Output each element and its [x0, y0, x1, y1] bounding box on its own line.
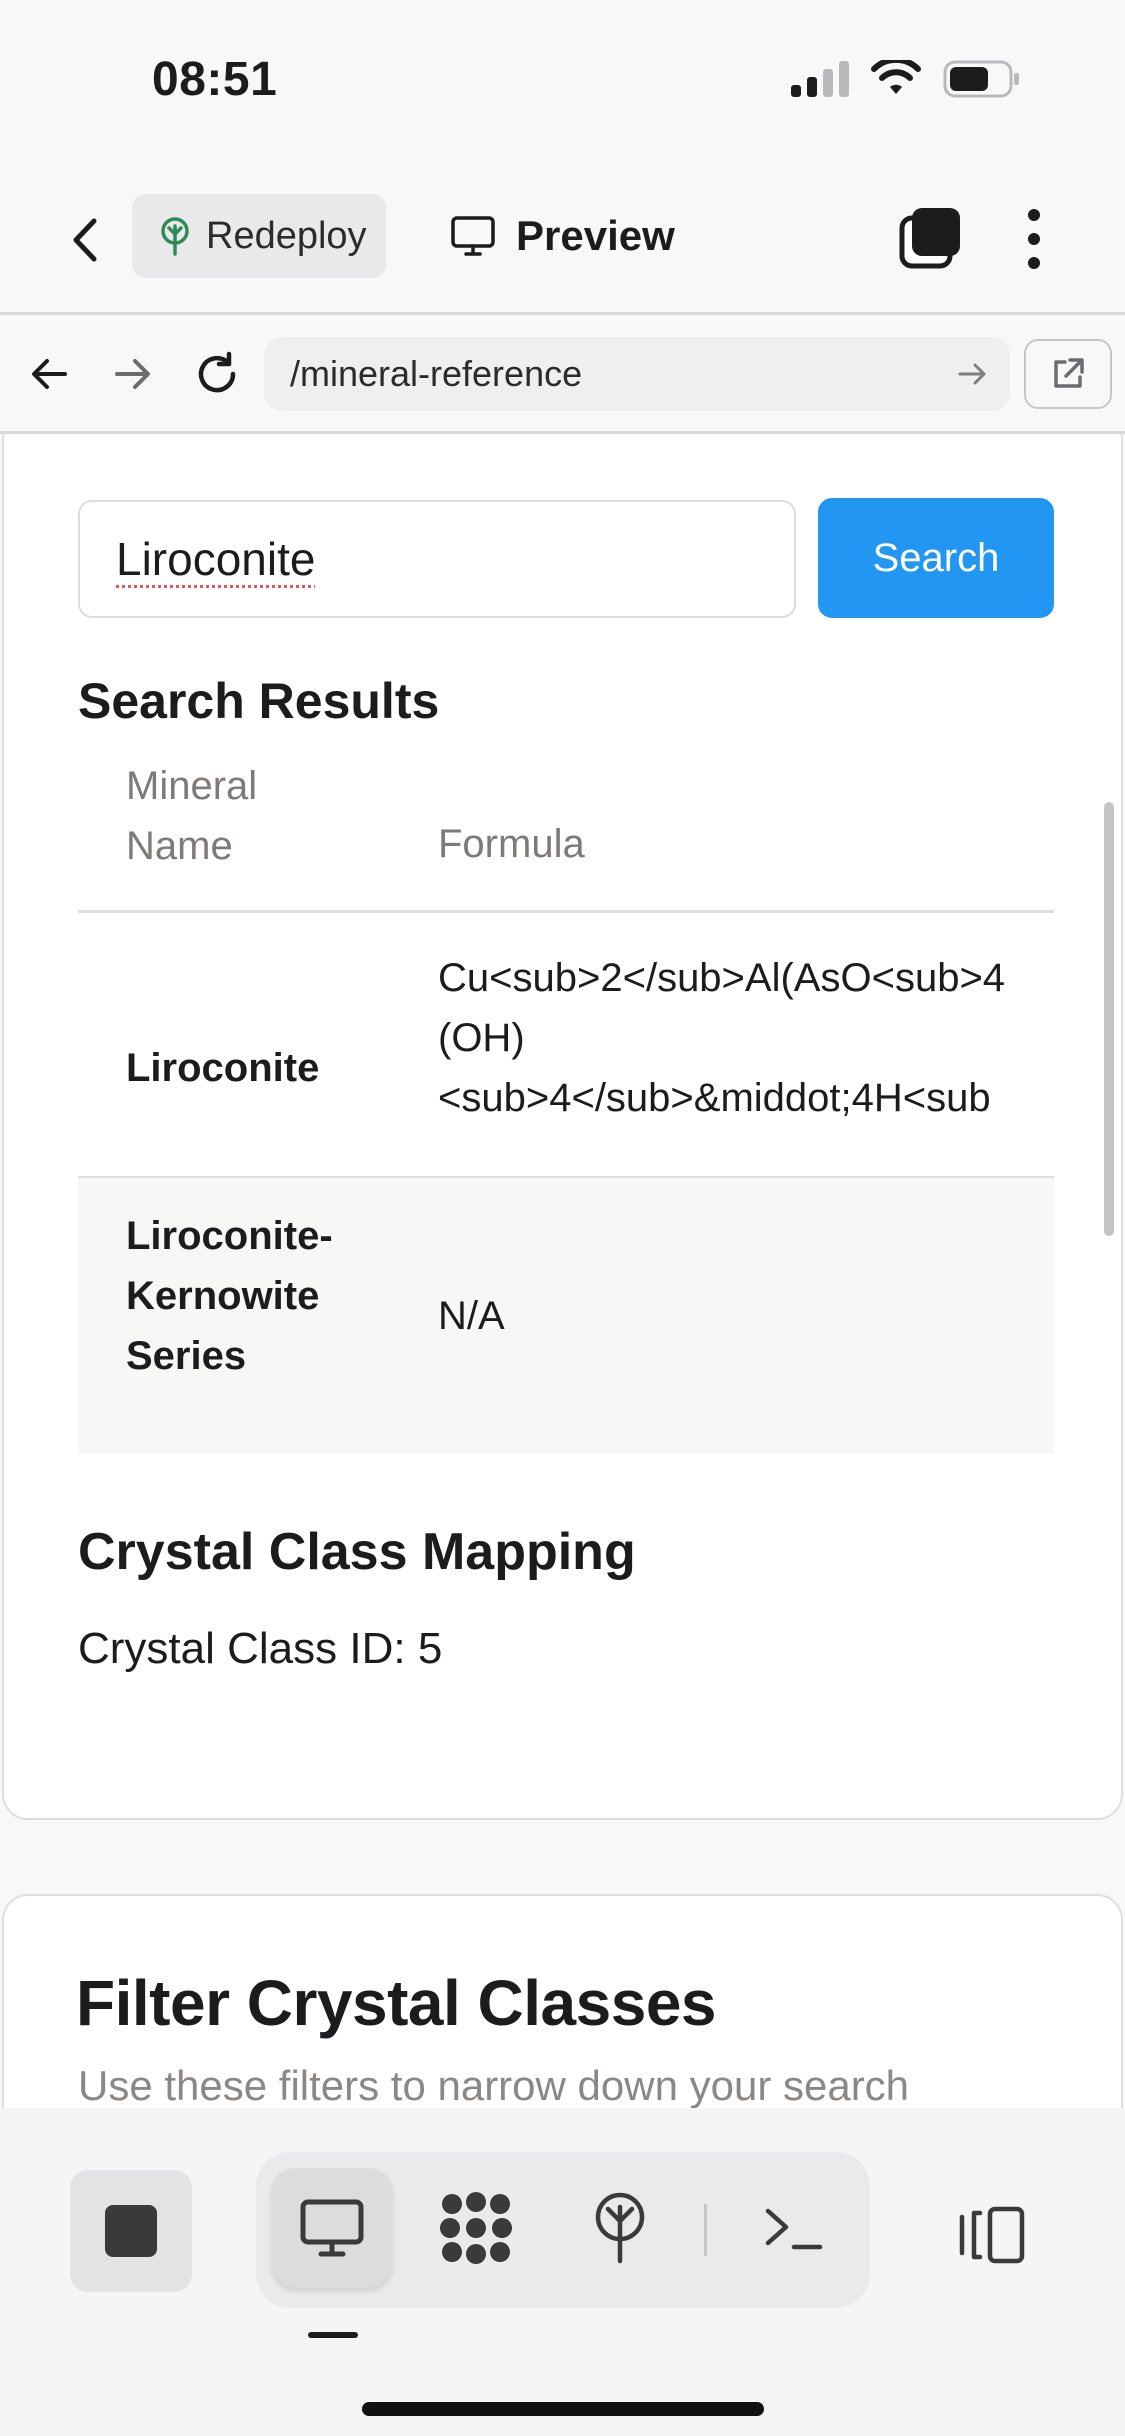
deploy-icon — [595, 2192, 645, 2264]
monitor-icon — [451, 216, 495, 256]
redeploy-button[interactable]: Redeploy — [132, 194, 386, 278]
search-button[interactable]: Search — [818, 498, 1054, 618]
arrow-right-small-icon[interactable] — [956, 357, 990, 391]
preview-button[interactable]: Preview — [450, 194, 675, 278]
formula-line: <sub>4</sub>&middot;4H<sub — [438, 1076, 991, 1120]
browser-back-button[interactable] — [20, 345, 78, 403]
table-row-name: Liroconite — [126, 1046, 320, 1090]
active-mode-indicator — [308, 2332, 358, 2338]
url-text: /mineral-reference — [290, 353, 583, 394]
table-row-name: Liroconite-Kernowite Series — [126, 1214, 333, 1378]
more-menu-button[interactable] — [1014, 204, 1054, 274]
chevron-left-icon — [73, 218, 97, 262]
stop-icon — [105, 2205, 157, 2257]
url-field[interactable]: /mineral-reference — [264, 337, 1010, 411]
tree-icon — [161, 217, 189, 256]
browser-forward-button[interactable] — [104, 345, 162, 403]
results-title: Search Results — [78, 673, 440, 729]
status-time: 08:51 — [152, 53, 278, 106]
crystal-class-title: Crystal Class Mapping — [78, 1523, 636, 1581]
preview-label: Preview — [516, 212, 675, 259]
status-icons — [791, 60, 1021, 98]
stop-button[interactable] — [70, 2170, 192, 2292]
screen: 08:51 Redeploy Preview /mineral-referenc… — [0, 0, 1125, 2436]
table-row-formula: N/A — [438, 1294, 505, 1338]
more-vertical-icon — [1028, 209, 1040, 221]
reload-icon — [198, 351, 236, 393]
arrow-right-icon — [115, 359, 150, 389]
filter-subtitle: Use these filters to narrow down your se… — [78, 2062, 910, 2108]
column-header-mineral-name: Mineral Name — [126, 764, 258, 868]
bottom-toolbar — [0, 2108, 1125, 2436]
browser-bar: /mineral-reference — [0, 315, 1125, 433]
external-link-icon — [1054, 358, 1084, 388]
split-view-icon — [959, 2206, 1025, 2264]
web-viewport: Liroconite Search Search Results Mineral… — [0, 434, 1125, 2108]
terminal-icon — [765, 2208, 823, 2250]
tabs-icon — [899, 208, 960, 269]
wifi-icon — [871, 60, 921, 94]
desktop-mode-button[interactable] — [272, 2168, 392, 2288]
mode-switcher — [256, 2152, 870, 2308]
filter-card: Filter Crystal Classes Use these filters… — [2, 1894, 1123, 2108]
header-row-divider — [78, 910, 1054, 913]
status-bar: 08:51 — [0, 0, 1125, 160]
column-header-formula: Formula — [438, 822, 585, 866]
search-input[interactable]: Liroconite — [78, 500, 796, 618]
formula-line: Cu<sub>2</sub>Al(AsO<sub>4 — [438, 956, 1006, 1000]
scrollbar-thumb[interactable] — [1104, 802, 1114, 1236]
redeploy-label: Redeploy — [206, 214, 367, 257]
search-input-value: Liroconite — [116, 533, 316, 585]
search-card: Liroconite Search Search Results Mineral… — [2, 434, 1123, 1820]
back-button[interactable] — [56, 210, 116, 270]
table-row-formula: Cu<sub>2</sub>Al(AsO<sub>4 (OH) <sub>4</… — [438, 948, 1054, 1128]
mode-divider — [704, 2204, 707, 2256]
terminal-mode-button[interactable] — [734, 2168, 854, 2288]
home-indicator — [362, 2402, 764, 2416]
reload-button[interactable] — [188, 345, 246, 403]
split-view-button[interactable] — [952, 2200, 1032, 2270]
tabs-button[interactable] — [896, 204, 966, 274]
arrow-left-icon — [32, 359, 67, 389]
monitor-icon — [300, 2199, 364, 2257]
open-external-button[interactable] — [1024, 339, 1112, 409]
filter-title: Filter Crystal Classes — [76, 1967, 717, 2039]
formula-line: (OH) — [438, 1016, 525, 1060]
grid-dots-icon — [440, 2192, 512, 2264]
components-mode-button[interactable] — [416, 2168, 536, 2288]
crystal-class-id: Crystal Class ID: 5 — [78, 1624, 443, 1673]
battery-icon — [943, 60, 1019, 98]
app-header: Redeploy Preview — [0, 160, 1125, 314]
deploy-mode-button[interactable] — [560, 2168, 680, 2288]
cellular-signal-icon — [791, 61, 849, 97]
